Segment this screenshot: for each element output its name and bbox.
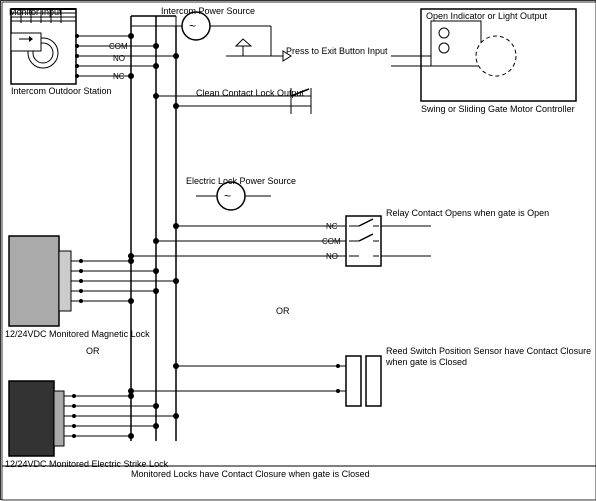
svg-text:NO: NO: [113, 54, 125, 63]
clean-contact-label: Clean Contact Lock Output: [196, 88, 304, 99]
swing-gate-label: Swing or Sliding Gate Motor Controller: [421, 104, 575, 115]
relay-contact-label: Relay Contact Opens when gate is Open: [386, 208, 549, 219]
electric-lock-power-label: Electric Lock Power Source: [186, 176, 296, 187]
svg-text:NC: NC: [113, 72, 125, 81]
open-indicator-label: Open Indicator or Light Output: [426, 11, 547, 22]
intercom-outdoor-label: Intercom Outdoor Station: [11, 86, 112, 97]
wiring-diagram: ~ COM NO NC: [0, 0, 596, 500]
monitor-input-label: Monitor Input: [9, 7, 62, 18]
svg-text:~: ~: [224, 189, 231, 203]
magnetic-lock-label: 12/24VDC Monitored Magnetic Lock: [5, 329, 150, 340]
svg-text:COM: COM: [109, 42, 128, 51]
press-to-exit-label: Press to Exit Button Input: [286, 46, 388, 57]
or2-label: OR: [276, 306, 290, 317]
svg-text:~: ~: [189, 19, 196, 33]
or1-label: OR: [86, 346, 100, 357]
reed-switch-label: Reed Switch Position Sensor have Contact…: [386, 346, 595, 368]
intercom-power-label: Intercom Power Source: [161, 6, 255, 17]
monitored-locks-label: Monitored Locks have Contact Closure whe…: [131, 469, 370, 480]
